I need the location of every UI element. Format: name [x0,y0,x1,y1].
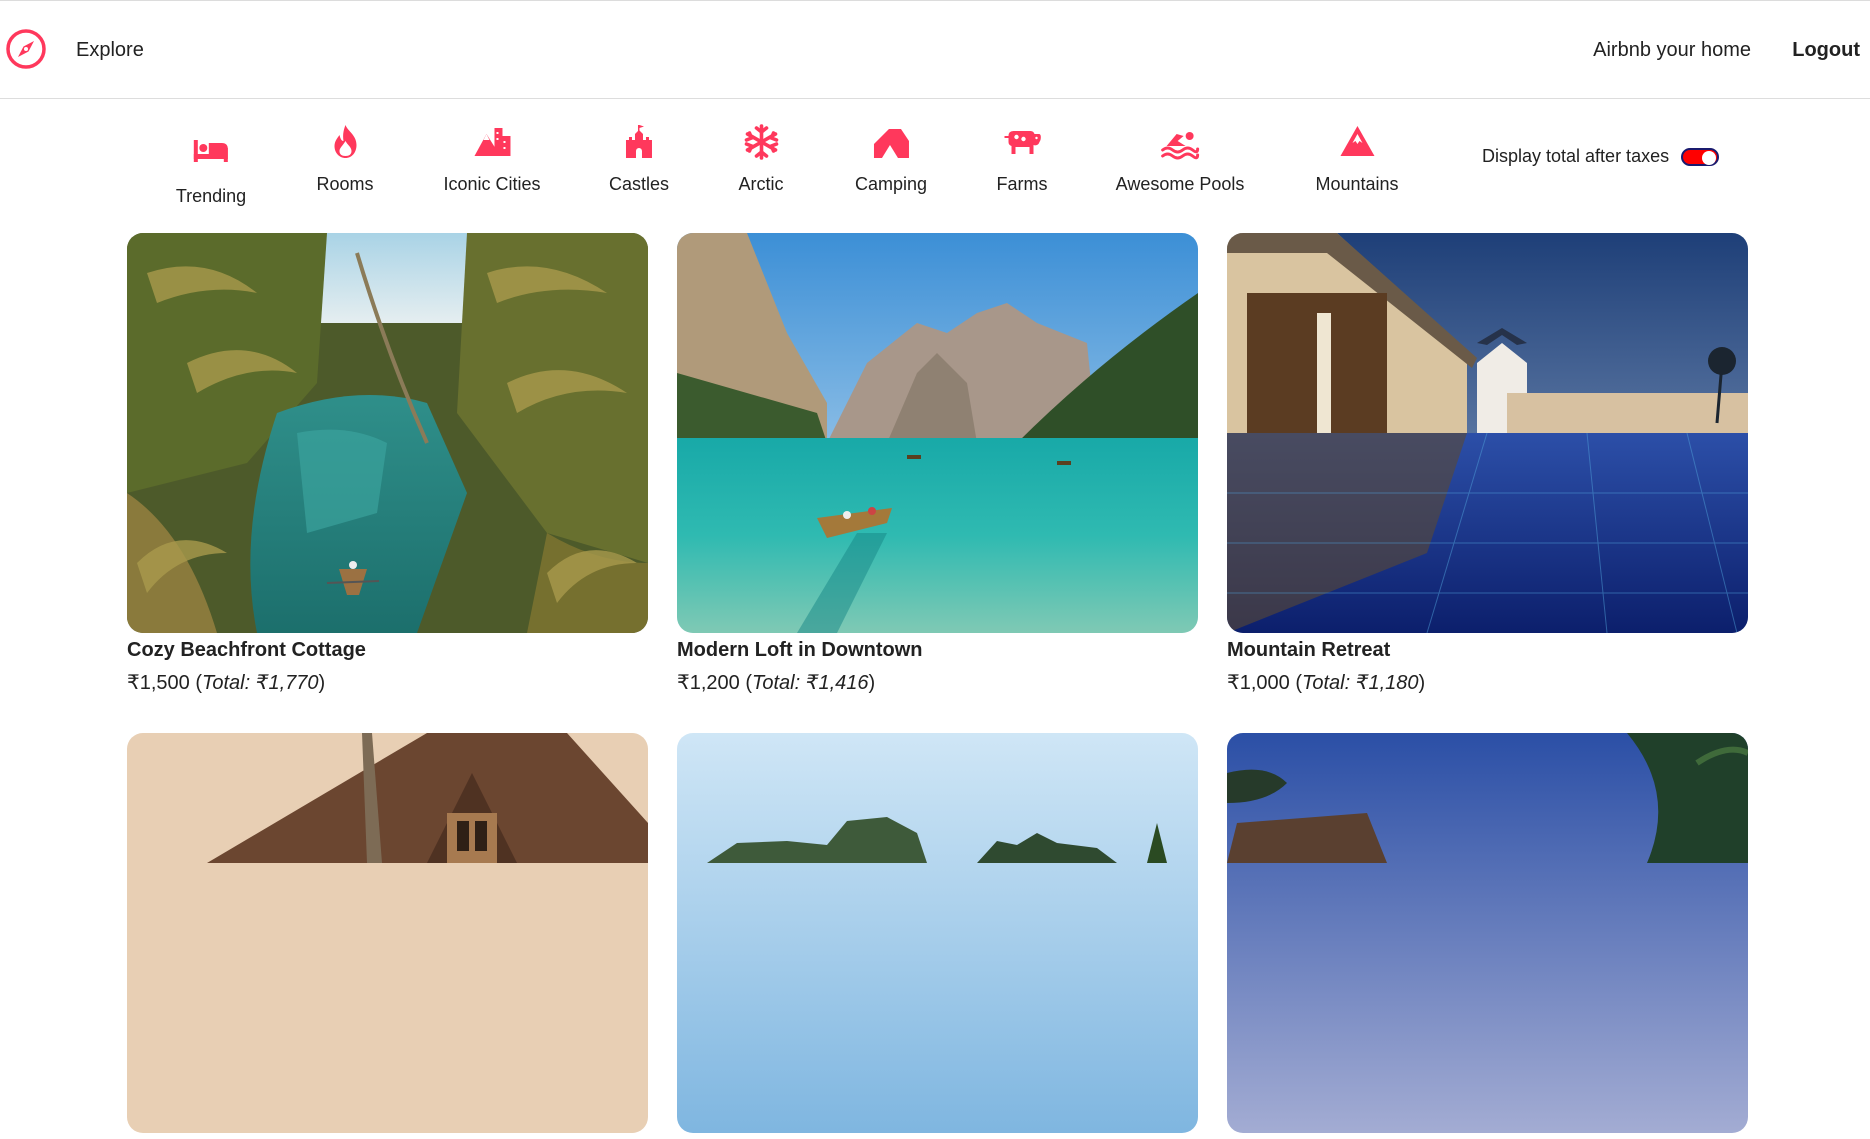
bed-icon [194,140,228,162]
listing-title: Modern Loft in Downtown [677,639,923,661]
filter-rooms[interactable]: Rooms [316,122,374,195]
listing-title: Cozy Beachfront Cottage [127,639,366,661]
listing-card[interactable] [127,733,648,1139]
toggle-knob [1702,150,1717,165]
filter-label: Awesome Pools [1115,174,1245,194]
tax-toggle-label: Display total after taxes [1482,146,1670,166]
filter-label: Arctic [738,174,784,194]
listing-image[interactable] [677,233,1198,633]
swimmer-icon [1161,132,1200,160]
price-value: ₹1,000 [1227,672,1290,694]
listing-photo [1227,733,1748,1133]
airbnb-your-home-link[interactable]: Airbnb your home [1593,39,1751,62]
tent-icon [873,129,909,158]
listing-photo [677,733,1198,1133]
logout-link[interactable]: Logout [1792,39,1860,62]
castle-icon [626,125,652,158]
navbar: Explore Airbnb your home Logout [0,1,1870,99]
listing-card[interactable] [677,733,1198,1139]
listing-photo [127,733,648,1133]
filter-label: Farms [996,174,1048,194]
paren-open: ( [739,672,752,694]
listing-price: ₹1,000 (Total: ₹1,180) [1227,670,1748,695]
filter-label: Mountains [1315,174,1399,194]
listing-price: ₹1,500 (Total: ₹1,770) [127,670,648,695]
listing-photo [127,233,648,633]
filter-awesome-pools[interactable]: Awesome Pools [1115,122,1245,195]
tax-toggle-group: Display total after taxes [1482,146,1720,167]
filter-label: Iconic Cities [443,174,541,194]
explore-link[interactable]: Explore [76,39,144,62]
filter-label: Trending [175,186,247,206]
filter-castles[interactable]: Castles [609,122,669,195]
filter-label: Camping [854,174,928,194]
listing-card[interactable]: Cozy Beachfront Cottage ₹1,500 (Total: ₹… [127,233,648,695]
paren-open: ( [1289,672,1302,694]
price-total: Total: ₹1,180 [1302,672,1419,694]
fire-icon [333,125,356,158]
listing-image[interactable] [127,733,648,1133]
paren-close: ) [1418,672,1426,694]
listing-card[interactable]: Mountain Retreat ₹1,000 (Total: ₹1,180) [1227,233,1748,695]
price-total: Total: ₹1,416 [752,672,869,694]
filter-trending[interactable]: Trending [176,132,246,207]
filter-mountains[interactable]: Mountains [1315,122,1399,195]
listing-image[interactable] [677,733,1198,1133]
listing-title: Mountain Retreat [1227,639,1391,661]
listing-photo [1227,233,1748,633]
filter-iconic-cities[interactable]: Iconic Cities [443,122,541,195]
compass-icon[interactable] [5,28,47,70]
price-value: ₹1,200 [677,672,740,694]
filter-label: Castles [608,174,670,194]
paren-close: ) [868,672,876,694]
listing-image[interactable] [127,233,648,633]
filter-camping[interactable]: Camping [855,122,927,195]
filter-farms[interactable]: Farms [997,122,1048,195]
paren-close: ) [318,672,326,694]
listing-image[interactable] [1227,733,1748,1133]
paren-open: ( [189,672,202,694]
mountain-city-icon [474,128,510,156]
snowflake-icon [744,124,778,160]
listing-photo [677,233,1198,633]
mountain-icon [1340,126,1374,156]
listing-image[interactable] [1227,233,1748,633]
tax-toggle-switch[interactable] [1681,147,1720,166]
listing-card[interactable]: Modern Loft in Downtown ₹1,200 (Total: ₹… [677,233,1198,695]
listing-card[interactable] [1227,733,1748,1139]
filter-label: Rooms [316,174,374,194]
listing-price: ₹1,200 (Total: ₹1,416) [677,670,1198,695]
filter-arctic[interactable]: Arctic [739,122,784,195]
price-total: Total: ₹1,770 [202,672,319,694]
cow-icon [1004,131,1041,154]
price-value: ₹1,500 [127,672,190,694]
